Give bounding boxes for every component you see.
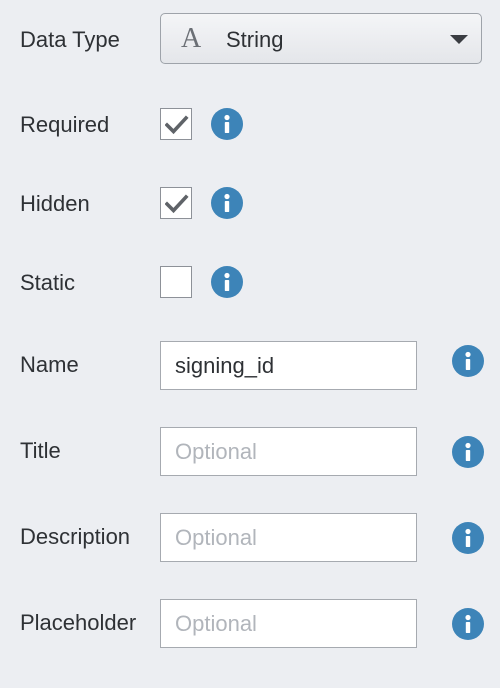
required-info-icon[interactable] bbox=[211, 108, 243, 140]
static-info-icon[interactable] bbox=[211, 266, 243, 298]
name-input[interactable] bbox=[160, 341, 417, 390]
required-label: Required bbox=[20, 112, 110, 137]
title-info-icon[interactable] bbox=[452, 436, 484, 468]
string-type-icon: A bbox=[181, 23, 202, 54]
data-type-select[interactable]: A String bbox=[160, 13, 482, 64]
name-info-icon[interactable] bbox=[452, 345, 484, 377]
static-checkbox[interactable] bbox=[160, 266, 192, 298]
description-input[interactable] bbox=[160, 513, 417, 562]
title-label: Title bbox=[20, 438, 61, 463]
description-info-icon[interactable] bbox=[452, 522, 484, 554]
hidden-label: Hidden bbox=[20, 191, 90, 216]
placeholder-info-icon[interactable] bbox=[452, 608, 484, 640]
chevron-down-icon bbox=[450, 35, 468, 44]
placeholder-input[interactable] bbox=[160, 599, 417, 648]
placeholder-label: Placeholder bbox=[20, 610, 137, 635]
required-checkbox[interactable] bbox=[160, 108, 192, 140]
data-type-value: String bbox=[226, 27, 284, 52]
hidden-checkbox[interactable] bbox=[160, 187, 192, 219]
checkmark-icon bbox=[165, 115, 189, 135]
data-type-label: Data Type bbox=[20, 27, 120, 52]
checkmark-icon bbox=[165, 194, 189, 214]
title-input[interactable] bbox=[160, 427, 417, 476]
description-label: Description bbox=[20, 524, 131, 549]
hidden-info-icon[interactable] bbox=[211, 187, 243, 219]
name-label: Name bbox=[20, 352, 79, 377]
static-label: Static bbox=[20, 270, 76, 295]
